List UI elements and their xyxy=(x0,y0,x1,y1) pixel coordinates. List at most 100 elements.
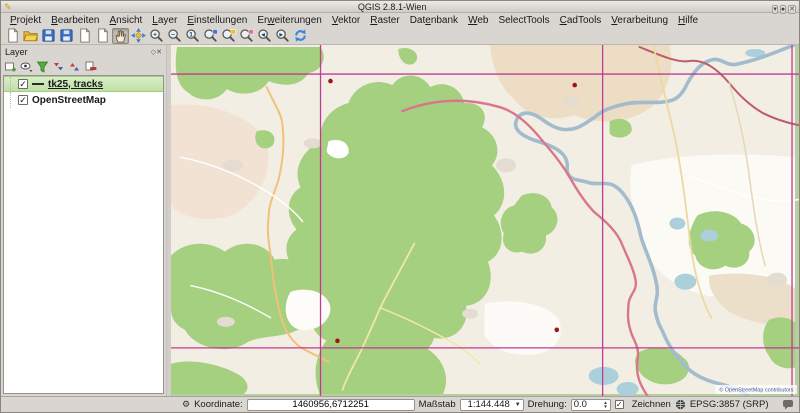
lake xyxy=(617,382,639,396)
svg-text:▸: ▸ xyxy=(278,31,283,38)
expand-all-icon[interactable] xyxy=(52,60,65,73)
title-bar[interactable]: ✎ QGIS 2.8.1-Wien ▾●✕ xyxy=(1,1,799,13)
rotation-value: 0.0 xyxy=(574,399,604,410)
pan-to-selection-icon[interactable] xyxy=(130,28,147,44)
lake xyxy=(669,217,685,229)
town-area xyxy=(304,138,322,148)
menu-hilfe[interactable]: Hilfe xyxy=(673,14,703,27)
zoom-next-icon[interactable]: ▸ xyxy=(274,28,291,44)
chevron-down-icon: ▼ xyxy=(515,402,521,408)
zoom-in-icon[interactable]: + xyxy=(148,28,165,44)
status-bar: ⚙ Koordinate: Maßstab 1:144.448 ▼ Drehun… xyxy=(1,396,799,412)
town-area xyxy=(564,96,580,106)
menu-cadtools[interactable]: CadTools xyxy=(555,14,607,27)
map-area: © OpenStreetMap contributors xyxy=(171,45,799,396)
zoom-out-icon[interactable]: − xyxy=(166,28,183,44)
menu-bar: ProjektBearbeitenAnsichtLayerEinstellung… xyxy=(1,13,799,27)
town-area xyxy=(217,317,235,327)
menu-einstellungen[interactable]: Einstellungen xyxy=(182,14,252,27)
shade-window-button[interactable]: ▾ xyxy=(772,5,778,14)
zoom-to-layer-icon[interactable] xyxy=(238,28,255,44)
layer-item-tk25-tracks[interactable]: ✓ tk25, tracks xyxy=(4,76,163,92)
main-area: Layer ◇✕ ✓ tk25, tracks ✓ OpenStreetMap © O… xyxy=(1,45,799,396)
menu-datenbank[interactable]: Datenbank xyxy=(405,14,463,27)
layer-visibility-icon[interactable] xyxy=(20,60,33,73)
save-project-as-icon[interactable] xyxy=(58,28,75,44)
save-project-icon[interactable] xyxy=(40,28,57,44)
layer-label: OpenStreetMap xyxy=(32,95,106,106)
rotation-spinbox[interactable]: 0.0 ▲▼ xyxy=(571,399,611,411)
spinner-arrows-icon[interactable]: ▲▼ xyxy=(603,401,607,408)
pan-map-icon[interactable] xyxy=(112,28,129,44)
line-symbol-icon xyxy=(32,83,44,85)
svg-text:◂: ◂ xyxy=(260,31,265,38)
layer-label: tk25, tracks xyxy=(48,79,103,90)
remove-layer-icon[interactable] xyxy=(84,60,97,73)
qgis-window: ✎ QGIS 2.8.1-Wien ▾●✕ ProjektBearbeitenA… xyxy=(0,0,800,413)
crs-globe-icon[interactable] xyxy=(675,399,686,410)
svg-text:+: + xyxy=(153,31,157,38)
new-print-composer-icon[interactable] xyxy=(76,28,93,44)
lake xyxy=(700,230,718,242)
menu-ansicht[interactable]: Ansicht xyxy=(105,14,148,27)
scale-combobox[interactable]: 1:144.448 ▼ xyxy=(460,399,524,411)
render-checkbox[interactable]: ✓ xyxy=(615,400,624,409)
close-window-button[interactable]: ✕ xyxy=(788,5,796,14)
menu-verarbeitung[interactable]: Verarbeitung xyxy=(606,14,673,27)
rotation-label: Drehung: xyxy=(528,399,567,410)
zoom-full-extent-icon[interactable] xyxy=(202,28,219,44)
layer-tree[interactable]: ✓ tk25, tracks ✓ OpenStreetMap xyxy=(3,75,164,394)
layer-visibility-checkbox[interactable]: ✓ xyxy=(18,79,28,89)
layer-item-openstreetmap[interactable]: ✓ OpenStreetMap xyxy=(4,92,163,108)
maximize-window-button[interactable]: ● xyxy=(780,5,786,14)
track-point xyxy=(335,339,340,344)
layers-panel-toolbar xyxy=(1,58,166,74)
log-messages-icon[interactable] xyxy=(782,399,794,410)
track-point xyxy=(328,79,333,84)
app-icon: ✎ xyxy=(4,2,14,12)
scale-label: Maßstab xyxy=(419,399,456,410)
filter-legend-icon[interactable] xyxy=(36,60,49,73)
layers-panel: Layer ◇✕ ✓ tk25, tracks ✓ OpenStreetMap xyxy=(1,45,166,396)
tracking-icon[interactable]: ⚙ xyxy=(182,399,190,410)
menu-bearbeiten[interactable]: Bearbeiten xyxy=(46,14,104,27)
layers-panel-header: Layer ◇✕ xyxy=(1,45,166,58)
track-point xyxy=(572,83,577,88)
track-point xyxy=(554,328,559,333)
render-label: Zeichnen xyxy=(632,399,671,410)
close-panel-icon[interactable]: ✕ xyxy=(156,49,162,56)
zoom-last-icon[interactable]: ◂ xyxy=(256,28,273,44)
coordinate-input[interactable] xyxy=(247,399,415,411)
lake xyxy=(589,367,619,385)
menu-selecttools[interactable]: SelectTools xyxy=(493,14,554,27)
layers-panel-title: Layer xyxy=(5,47,151,57)
menu-layer[interactable]: Layer xyxy=(147,14,182,27)
composer-manager-icon[interactable] xyxy=(94,28,111,44)
collapse-all-icon[interactable] xyxy=(68,60,81,73)
town-area xyxy=(496,158,516,172)
lake xyxy=(674,274,696,290)
window-title: QGIS 2.8.1-Wien xyxy=(14,2,770,12)
menu-vektor[interactable]: Vektor xyxy=(327,14,365,27)
zoom-native-icon[interactable]: 1 xyxy=(184,28,201,44)
town-area xyxy=(767,273,787,287)
zoom-to-selection-icon[interactable] xyxy=(220,28,237,44)
tree-guide xyxy=(10,77,18,91)
tree-guide xyxy=(10,92,18,108)
coordinate-label: Koordinate: xyxy=(194,399,243,410)
open-project-icon[interactable] xyxy=(22,28,39,44)
menu-erweiterungen[interactable]: Erweiterungen xyxy=(252,14,327,27)
menu-raster[interactable]: Raster xyxy=(365,14,404,27)
main-toolbar: + −1 ◂ ▸ xyxy=(1,27,799,45)
scale-value: 1:144.448 xyxy=(463,399,515,410)
layer-visibility-checkbox[interactable]: ✓ xyxy=(18,95,28,105)
new-project-icon[interactable] xyxy=(4,28,21,44)
menu-web[interactable]: Web xyxy=(463,14,493,27)
refresh-icon[interactable] xyxy=(292,28,309,44)
town-area xyxy=(462,309,478,319)
osm-attribution: © OpenStreetMap contributors xyxy=(719,386,793,393)
map-canvas[interactable]: © OpenStreetMap contributors xyxy=(171,45,799,396)
add-group-icon[interactable] xyxy=(4,60,17,73)
crs-status[interactable]: EPSG:3857 (SRP) xyxy=(690,399,769,410)
menu-projekt[interactable]: Projekt xyxy=(5,14,46,27)
